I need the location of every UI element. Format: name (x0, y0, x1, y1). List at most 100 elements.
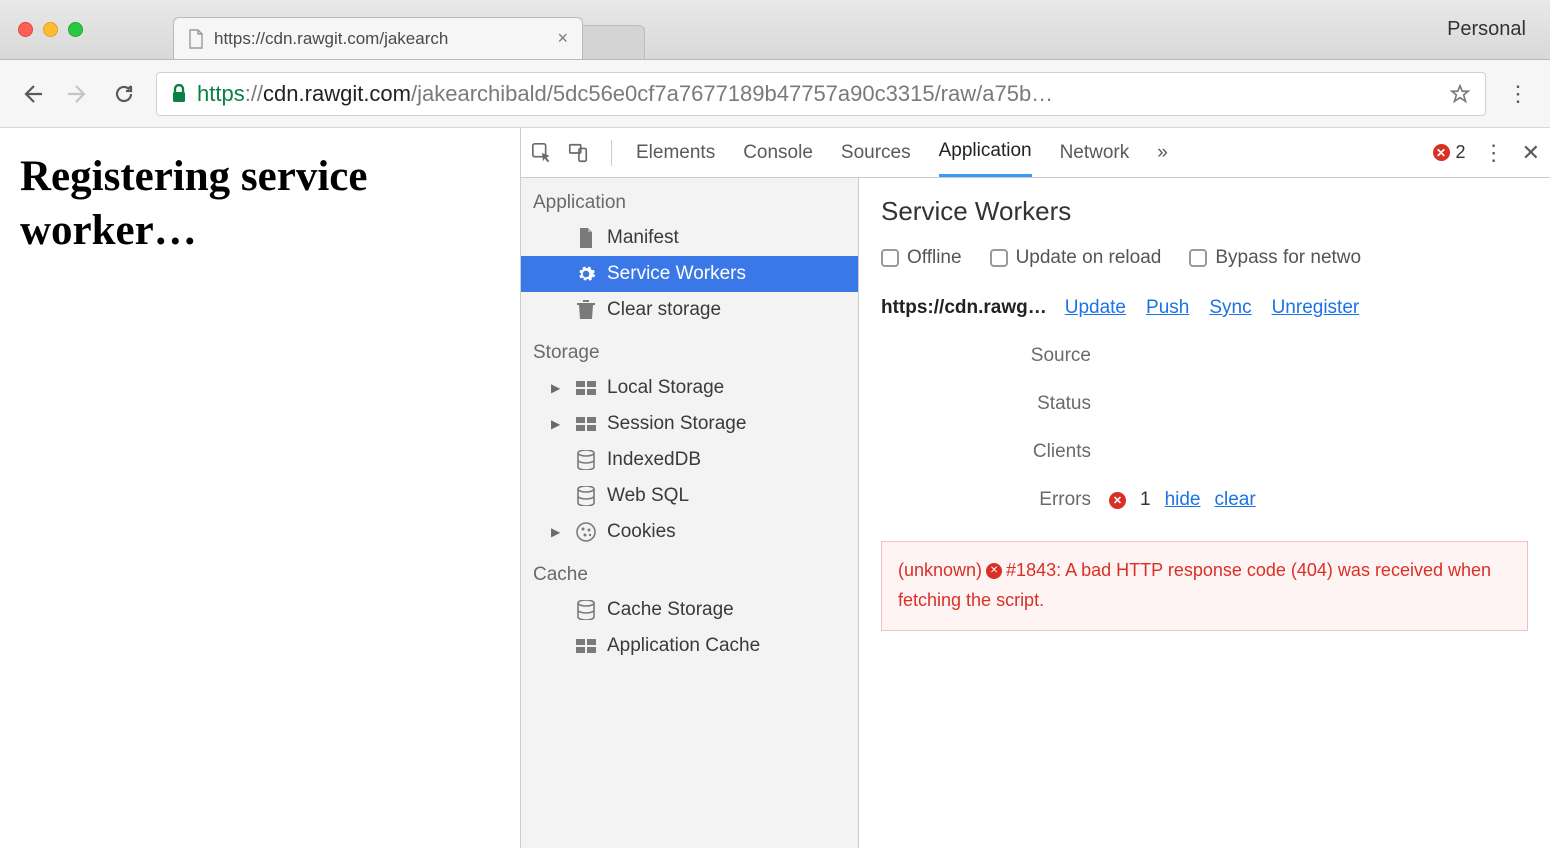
sidebar-item-local-storage[interactable]: ▶ Local Storage (521, 370, 858, 406)
error-source: (unknown) (898, 560, 982, 580)
bookmark-star-icon[interactable] (1449, 83, 1471, 105)
service-worker-options: Offline Update on reload Bypass for netw… (881, 247, 1528, 269)
push-link[interactable]: Push (1146, 297, 1189, 319)
sidebar-item-label: Web SQL (607, 485, 689, 507)
sidebar-item-application-cache[interactable]: Application Cache (521, 628, 858, 664)
cookie-icon (575, 522, 597, 542)
row-label-source: Source (881, 345, 1091, 367)
devtools-tab-network[interactable]: Network (1060, 128, 1130, 177)
trash-icon (575, 300, 597, 320)
row-label-clients: Clients (881, 441, 1091, 463)
expand-icon: ▶ (551, 525, 565, 539)
reload-button[interactable] (110, 80, 138, 108)
maximize-window-button[interactable] (68, 22, 83, 37)
expand-icon: ▶ (551, 417, 565, 431)
application-sidebar: Application Manifest Service Workers Cle… (521, 178, 859, 848)
service-worker-actions: Update Push Sync Unregister (1065, 297, 1360, 319)
sidebar-item-cache-storage[interactable]: Cache Storage (521, 592, 858, 628)
sidebar-item-clear-storage[interactable]: Clear storage (521, 292, 858, 328)
expand-icon: ▶ (551, 381, 565, 395)
back-button[interactable] (18, 80, 46, 108)
checkbox-icon (990, 249, 1008, 267)
sidebar-item-session-storage[interactable]: ▶ Session Storage (521, 406, 858, 442)
device-toolbar-icon[interactable] (567, 142, 597, 164)
update-on-reload-checkbox[interactable]: Update on reload (990, 247, 1162, 269)
browser-tab-active[interactable]: https://cdn.rawgit.com/jakearch × (173, 17, 583, 59)
url-path: /jakearchibald/5dc56e0cf7a7677189b47757a… (411, 81, 1439, 107)
window-titlebar: https://cdn.rawgit.com/jakearch × Person… (0, 0, 1550, 60)
browser-toolbar: https :// cdn.rawgit.com /jakearchibald/… (0, 60, 1550, 128)
sidebar-group-storage: Storage (521, 328, 858, 370)
devtools-tab-more[interactable]: » (1157, 128, 1168, 177)
new-tab-button[interactable] (575, 25, 645, 59)
error-count: 2 (1456, 142, 1466, 163)
sidebar-item-manifest[interactable]: Manifest (521, 220, 858, 256)
forward-button[interactable] (64, 80, 92, 108)
devtools-body: Application Manifest Service Workers Cle… (521, 178, 1550, 848)
sidebar-item-label: Service Workers (607, 263, 746, 285)
error-icon: ✕ (1109, 492, 1126, 509)
separator (611, 140, 612, 166)
close-devtools-icon[interactable]: ✕ (1522, 140, 1540, 166)
url-scheme-sep: :// (245, 81, 263, 107)
table-icon (575, 639, 597, 653)
sidebar-item-label: IndexedDB (607, 449, 701, 471)
sidebar-item-websql[interactable]: Web SQL (521, 478, 858, 514)
sidebar-item-label: Local Storage (607, 377, 724, 399)
devtools-tab-sources[interactable]: Sources (841, 128, 911, 177)
row-label-errors: Errors (881, 489, 1091, 511)
table-icon (575, 417, 597, 431)
hide-errors-link[interactable]: hide (1165, 489, 1201, 511)
database-icon (575, 600, 597, 620)
database-icon (575, 486, 597, 506)
page-body: Registering service worker… (0, 128, 520, 848)
database-icon (575, 450, 597, 470)
devtools-tabs: Elements Console Sources Application Net… (636, 128, 1168, 177)
sidebar-item-service-workers[interactable]: Service Workers (521, 256, 858, 292)
error-message-box: (unknown)✕#1843: A bad HTTP response cod… (881, 541, 1528, 631)
minimize-window-button[interactable] (43, 22, 58, 37)
browser-tabs: https://cdn.rawgit.com/jakearch × (173, 0, 645, 59)
url-scheme: https (197, 81, 245, 107)
sync-link[interactable]: Sync (1209, 297, 1251, 319)
error-count-badge[interactable]: ✕ 2 (1433, 142, 1466, 163)
error-icon: ✕ (986, 563, 1002, 579)
url-host: cdn.rawgit.com (263, 81, 411, 107)
clear-errors-link[interactable]: clear (1215, 489, 1256, 511)
address-bar[interactable]: https :// cdn.rawgit.com /jakearchibald/… (156, 72, 1486, 116)
checkbox-icon (1189, 249, 1207, 267)
service-workers-panel: Service Workers Offline Update on reload… (859, 178, 1550, 848)
page-heading: Registering service worker… (20, 150, 500, 258)
sidebar-item-label: Session Storage (607, 413, 746, 435)
sidebar-item-label: Clear storage (607, 299, 721, 321)
profile-label[interactable]: Personal (1447, 18, 1526, 41)
sidebar-item-label: Cache Storage (607, 599, 734, 621)
service-worker-origin: https://cdn.rawg… (881, 297, 1047, 319)
tab-title: https://cdn.rawgit.com/jakearch (214, 29, 448, 49)
row-label-status: Status (881, 393, 1091, 415)
close-window-button[interactable] (18, 22, 33, 37)
sidebar-group-application: Application (521, 178, 858, 220)
bypass-network-checkbox[interactable]: Bypass for netwo (1189, 247, 1361, 269)
inspect-element-icon[interactable] (531, 142, 561, 164)
sidebar-item-label: Cookies (607, 521, 676, 543)
checkbox-icon (881, 249, 899, 267)
update-link[interactable]: Update (1065, 297, 1126, 319)
close-tab-icon[interactable]: × (557, 28, 568, 49)
sidebar-item-label: Manifest (607, 227, 679, 249)
error-icon: ✕ (1433, 144, 1450, 161)
sidebar-item-indexeddb[interactable]: IndexedDB (521, 442, 858, 478)
unregister-link[interactable]: Unregister (1272, 297, 1360, 319)
devtools-tab-elements[interactable]: Elements (636, 128, 715, 177)
devtools-tab-console[interactable]: Console (743, 128, 813, 177)
sidebar-item-cookies[interactable]: ▶ Cookies (521, 514, 858, 550)
content-area: Registering service worker… Elements Con… (0, 128, 1550, 848)
devtools-menu-button[interactable]: ⋮ (1480, 140, 1508, 166)
file-icon (188, 29, 204, 49)
lock-icon (171, 84, 187, 104)
table-icon (575, 381, 597, 395)
browser-menu-button[interactable]: ⋮ (1504, 81, 1532, 107)
offline-checkbox[interactable]: Offline (881, 247, 962, 269)
devtools-tab-application[interactable]: Application (939, 128, 1032, 177)
traffic-lights (18, 22, 83, 37)
